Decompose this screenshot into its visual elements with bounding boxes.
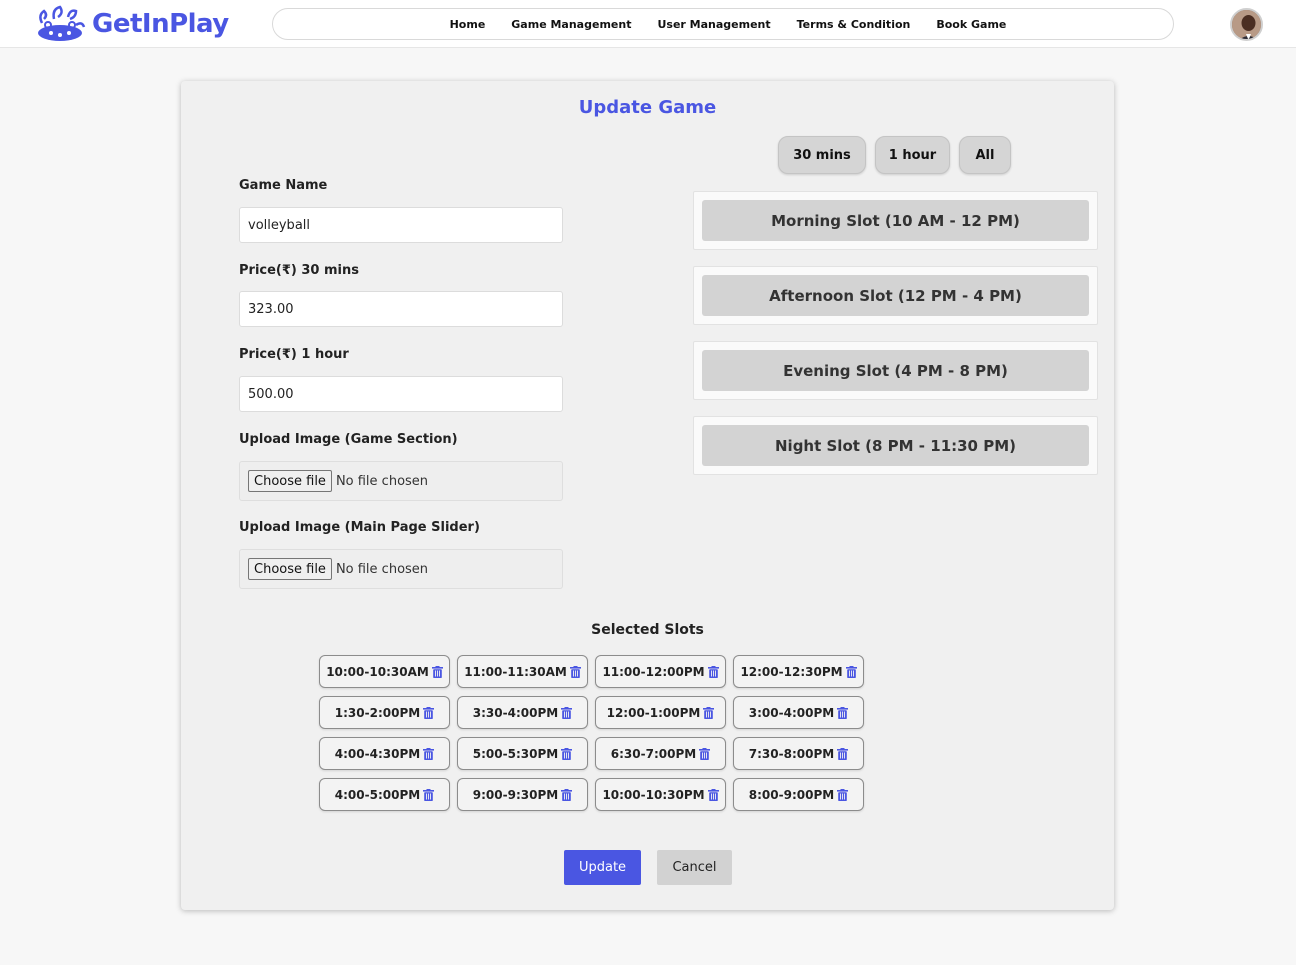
brand-name: GetInPlay — [92, 9, 229, 39]
slot-time-label: 6:30-7:00PM — [610, 746, 697, 761]
upload-slider-label: Upload Image (Main Page Slider) — [239, 520, 480, 535]
selected-slot-chip: 11:00-12:00PM — [595, 655, 726, 688]
nav-home[interactable]: Home — [450, 18, 486, 31]
avatar-icon — [1232, 10, 1261, 39]
selected-slot-chip: 10:00-10:30AM — [319, 655, 450, 688]
night-slot-panel: Night Slot (8 PM - 11:30 PM) — [693, 416, 1098, 475]
trash-icon[interactable] — [423, 788, 435, 801]
slot-time-label: 12:00-1:00PM — [606, 705, 701, 720]
trash-icon[interactable] — [837, 788, 849, 801]
slot-time-label: 5:00-5:30PM — [472, 746, 559, 761]
brand-logo[interactable]: GetInPlay — [34, 5, 229, 42]
trash-icon[interactable] — [707, 665, 719, 678]
morning-slot-panel: Morning Slot (10 AM - 12 PM) — [693, 191, 1098, 250]
slot-time-label: 10:00-10:30AM — [326, 664, 429, 679]
slot-time-label: 4:00-5:00PM — [334, 787, 421, 802]
slot-time-label: 12:00-12:30PM — [740, 664, 843, 679]
slot-time-label: 11:00-12:00PM — [602, 664, 705, 679]
duration-all-button[interactable]: All — [959, 136, 1011, 174]
afternoon-slot-panel: Afternoon Slot (12 PM - 4 PM) — [693, 266, 1098, 325]
cancel-button[interactable]: Cancel — [657, 850, 732, 885]
game-name-input[interactable] — [239, 207, 563, 243]
selected-slot-chip: 3:30-4:00PM — [457, 696, 588, 729]
selected-slot-chip: 7:30-8:00PM — [733, 737, 864, 770]
choose-file-button[interactable]: Choose file — [248, 558, 332, 580]
slot-time-label: 9:00-9:30PM — [472, 787, 559, 802]
slot-time-label: 3:00-4:00PM — [748, 705, 835, 720]
trash-icon[interactable] — [423, 747, 435, 760]
trash-icon[interactable] — [837, 747, 849, 760]
duration-30-mins-button[interactable]: 30 mins — [778, 136, 866, 174]
trash-icon[interactable] — [431, 665, 443, 678]
trash-icon[interactable] — [423, 706, 435, 719]
upload-game-label: Upload Image (Game Section) — [239, 432, 458, 447]
trash-icon[interactable] — [707, 788, 719, 801]
selected-slot-chip: 12:00-1:00PM — [595, 696, 726, 729]
trash-icon[interactable] — [561, 788, 573, 801]
slot-time-label: 3:30-4:00PM — [472, 705, 559, 720]
logo-icon — [38, 5, 86, 41]
selected-slot-chip: 10:00-10:30PM — [595, 778, 726, 811]
page-title: Update Game — [578, 97, 717, 118]
user-avatar[interactable] — [1230, 8, 1263, 41]
trash-icon[interactable] — [561, 706, 573, 719]
nav-terms[interactable]: Terms & Condition — [797, 18, 911, 31]
nav-user-management[interactable]: User Management — [657, 18, 770, 31]
nav-book-game[interactable]: Book Game — [936, 18, 1006, 31]
main-nav: Home Game Management User Management Ter… — [272, 8, 1174, 40]
trash-icon[interactable] — [569, 665, 581, 678]
trash-icon[interactable] — [845, 665, 857, 678]
selected-slot-chip: 11:00-11:30AM — [457, 655, 588, 688]
upload-slider-field: Choose file No file chosen — [239, 549, 563, 589]
trash-icon[interactable] — [561, 747, 573, 760]
trash-icon[interactable] — [703, 706, 715, 719]
slot-time-label: 4:00-4:30PM — [334, 746, 421, 761]
nav-game-management[interactable]: Game Management — [511, 18, 631, 31]
selected-slot-chip: 3:00-4:00PM — [733, 696, 864, 729]
selected-slot-chip: 8:00-9:00PM — [733, 778, 864, 811]
update-button[interactable]: Update — [564, 850, 641, 885]
slot-time-label: 1:30-2:00PM — [334, 705, 421, 720]
selected-slot-chip: 5:00-5:30PM — [457, 737, 588, 770]
afternoon-slot-button[interactable]: Afternoon Slot (12 PM - 4 PM) — [702, 275, 1089, 316]
selected-slots-title: Selected Slots — [591, 622, 704, 638]
slot-time-label: 11:00-11:30AM — [464, 664, 567, 679]
upload-game-field: Choose file No file chosen — [239, 461, 563, 501]
price-60-input[interactable] — [239, 376, 563, 412]
selected-slot-chip: 4:00-5:00PM — [319, 778, 450, 811]
trash-icon[interactable] — [837, 706, 849, 719]
price-30-label: Price(₹) 30 mins — [239, 263, 359, 278]
selected-slots-grid: 10:00-10:30AM 11:00-11:30AM 11:00-12:00PM 1… — [319, 655, 865, 811]
choose-file-button[interactable]: Choose file — [248, 470, 332, 492]
evening-slot-panel: Evening Slot (4 PM - 8 PM) — [693, 341, 1098, 400]
selected-slot-chip: 12:00-12:30PM — [733, 655, 864, 688]
trash-icon[interactable] — [699, 747, 711, 760]
selected-slot-chip: 6:30-7:00PM — [595, 737, 726, 770]
night-slot-button[interactable]: Night Slot (8 PM - 11:30 PM) — [702, 425, 1089, 466]
file-status: No file chosen — [335, 473, 429, 489]
evening-slot-button[interactable]: Evening Slot (4 PM - 8 PM) — [702, 350, 1089, 391]
game-name-label: Game Name — [239, 178, 328, 193]
file-status: No file chosen — [335, 561, 429, 577]
selected-slot-chip: 4:00-4:30PM — [319, 737, 450, 770]
update-game-card: Update Game Game Name Price(₹) 30 mins P… — [181, 81, 1114, 910]
top-navbar: GetInPlay Home Game Management User Mana… — [0, 0, 1296, 48]
slot-time-label: 7:30-8:00PM — [748, 746, 835, 761]
price-60-label: Price(₹) 1 hour — [239, 347, 349, 362]
slot-time-label: 8:00-9:00PM — [748, 787, 835, 802]
slot-time-label: 10:00-10:30PM — [602, 787, 705, 802]
price-30-input[interactable] — [239, 291, 563, 327]
selected-slot-chip: 1:30-2:00PM — [319, 696, 450, 729]
morning-slot-button[interactable]: Morning Slot (10 AM - 12 PM) — [702, 200, 1089, 241]
duration-1-hour-button[interactable]: 1 hour — [875, 136, 950, 174]
selected-slot-chip: 9:00-9:30PM — [457, 778, 588, 811]
